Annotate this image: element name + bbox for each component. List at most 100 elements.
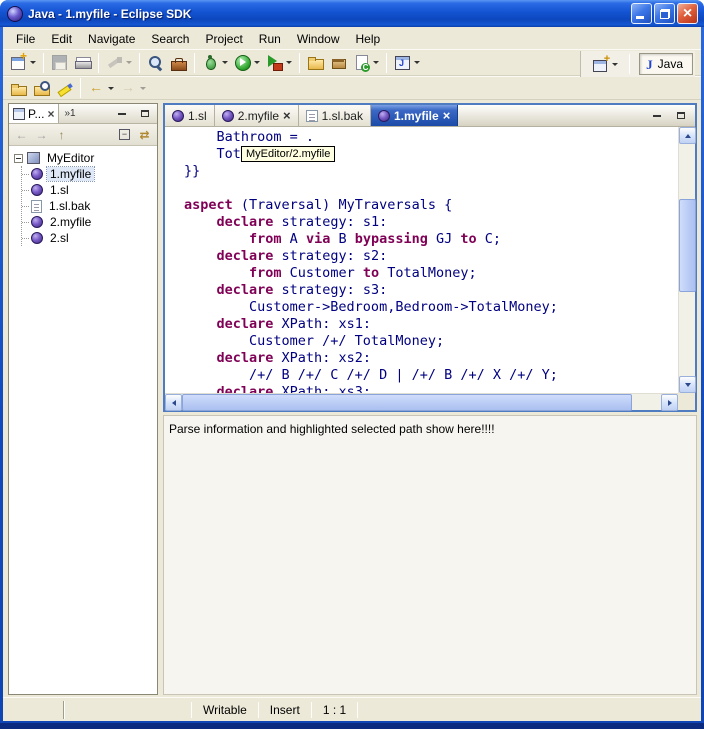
code-segment: declare — [217, 384, 274, 393]
code-segment — [184, 231, 249, 247]
tree-item-2.myfile[interactable]: 2.myfile — [22, 214, 157, 230]
tree-root-myeditor[interactable]: MyEditor — [12, 150, 157, 166]
perspective-bar: J Java — [580, 51, 695, 77]
restore-window-button[interactable] — [654, 3, 675, 24]
editor-tab-2.myfile[interactable]: 2.myfile — [215, 105, 299, 126]
open-type-button[interactable] — [30, 77, 53, 99]
toolbox-button[interactable] — [167, 52, 190, 74]
file-icon — [31, 200, 42, 213]
menu-navigate[interactable]: Navigate — [80, 29, 143, 49]
editor-tab-label: 1.sl — [188, 109, 207, 123]
debug-icon — [202, 54, 219, 71]
maximize-editor-button[interactable] — [671, 106, 690, 125]
menu-run[interactable]: Run — [251, 29, 289, 49]
menu-file[interactable]: File — [8, 29, 43, 49]
tree-item-2.sl[interactable]: 2.sl — [22, 230, 157, 246]
minimize-view-button[interactable] — [112, 104, 131, 123]
code-segment: from — [249, 265, 282, 281]
maximize-view-button[interactable] — [135, 104, 154, 123]
minimize-editor-button[interactable] — [647, 106, 666, 125]
fastview-bar[interactable] — [6, 701, 64, 719]
menu-search[interactable]: Search — [143, 29, 197, 49]
dropdown-arrow-icon — [286, 61, 292, 64]
close-window-button[interactable] — [677, 3, 698, 24]
tab-package-explorer[interactable]: P... — [9, 104, 59, 123]
up-icon — [59, 129, 65, 141]
debug-button[interactable] — [199, 52, 231, 74]
link-with-editor-button[interactable] — [135, 125, 154, 144]
editor-tab-label: 2.myfile — [238, 109, 279, 123]
code-segment: to — [460, 231, 476, 247]
print-button[interactable] — [71, 52, 94, 74]
menu-help[interactable]: Help — [348, 29, 389, 49]
menu-project[interactable]: Project — [197, 29, 250, 49]
minimize-window-button[interactable] — [631, 3, 652, 24]
code-segment: (Traversal) MyTraversals { — [233, 197, 452, 213]
code-segment — [184, 350, 217, 366]
new-class-button[interactable] — [350, 52, 382, 74]
parse-info-message: Parse information and highlighted select… — [169, 422, 691, 436]
code-segment — [184, 265, 249, 281]
close-view-icon[interactable] — [47, 107, 54, 121]
forward-button[interactable] — [32, 125, 51, 144]
dropdown-arrow-icon — [222, 61, 228, 64]
tree-item-1.sl[interactable]: 1.sl — [22, 182, 157, 198]
scroll-down-button[interactable] — [679, 376, 696, 393]
editor-tab-1.sl[interactable]: 1.sl — [165, 105, 215, 126]
scroll-left-button[interactable] — [165, 394, 182, 411]
up-button[interactable] — [52, 125, 71, 144]
dropdown-arrow-icon — [373, 61, 379, 64]
toolbar-separator — [194, 53, 195, 73]
save-button — [48, 52, 71, 74]
editor-tab-1.sl.bak[interactable]: 1.sl.bak — [299, 105, 371, 126]
collapse-expander-icon[interactable] — [14, 154, 23, 163]
editor-vertical-scrollbar[interactable] — [678, 127, 695, 393]
code-line: declare XPath: xs2: — [184, 350, 678, 367]
open-file-button[interactable] — [7, 77, 30, 99]
save-icon — [51, 54, 68, 71]
new-java-project-button[interactable] — [304, 52, 327, 74]
horizontal-scroll-thumb[interactable] — [182, 394, 632, 411]
java-perspective-button[interactable]: J Java — [639, 53, 693, 75]
run-button[interactable] — [231, 52, 263, 74]
external-tools-button[interactable] — [263, 52, 295, 74]
myfile-icon — [172, 110, 184, 122]
vertical-scroll-thumb[interactable] — [679, 199, 696, 292]
code-line: declare strategy: s1: — [184, 214, 678, 231]
menu-window[interactable]: Window — [289, 29, 348, 49]
tab-overflow-chevron[interactable]: »1 — [64, 108, 75, 119]
collapse-all-button[interactable] — [115, 125, 134, 144]
code-content[interactable]: Bathroom = . Tot}}aspect (Traversal) MyT… — [165, 127, 678, 393]
code-segment: declare — [217, 282, 274, 298]
tree-item-label: 1.myfile — [47, 167, 94, 181]
new-wizard-button[interactable] — [7, 52, 39, 74]
link-with-editor-icon — [139, 129, 149, 141]
scroll-up-button[interactable] — [679, 127, 696, 144]
explorer-tab-label: P... — [28, 107, 44, 121]
close-tab-icon[interactable] — [443, 109, 451, 123]
toolbar-separator — [629, 54, 630, 74]
code-segment: Customer->Bedroom,Bedroom->TotalMoney; — [184, 299, 558, 315]
package-explorer-tree[interactable]: MyEditor 1.myfile1.sl1.sl.bak2.myfile2.s… — [9, 146, 157, 694]
back-button[interactable] — [12, 125, 31, 144]
forward-icon — [36, 129, 48, 141]
workbench: P... »1 MyEditor 1.my — [3, 100, 701, 697]
search-button[interactable] — [144, 52, 167, 74]
tree-item-1.myfile[interactable]: 1.myfile — [22, 166, 157, 182]
close-tab-icon[interactable] — [283, 109, 291, 123]
back-button[interactable] — [85, 77, 117, 99]
open-perspective-button[interactable] — [591, 55, 620, 74]
code-segment: strategy: s2: — [273, 248, 387, 264]
java-browsing-button[interactable] — [391, 52, 423, 74]
tree-item-1.sl.bak[interactable]: 1.sl.bak — [22, 198, 157, 214]
code-segment: to — [363, 265, 379, 281]
mark-occurrences-button[interactable] — [53, 77, 76, 99]
editor-horizontal-scrollbar[interactable] — [165, 393, 678, 410]
new-package-button[interactable] — [327, 52, 350, 74]
editor-tab-1.myfile[interactable]: 1.myfile — [371, 105, 458, 126]
close-icon — [683, 6, 692, 22]
title-bar[interactable]: Java - 1.myfile - Eclipse SDK — [0, 0, 704, 27]
scroll-right-button[interactable] — [661, 394, 678, 411]
menu-edit[interactable]: Edit — [43, 29, 80, 49]
myfile-icon — [31, 184, 43, 196]
